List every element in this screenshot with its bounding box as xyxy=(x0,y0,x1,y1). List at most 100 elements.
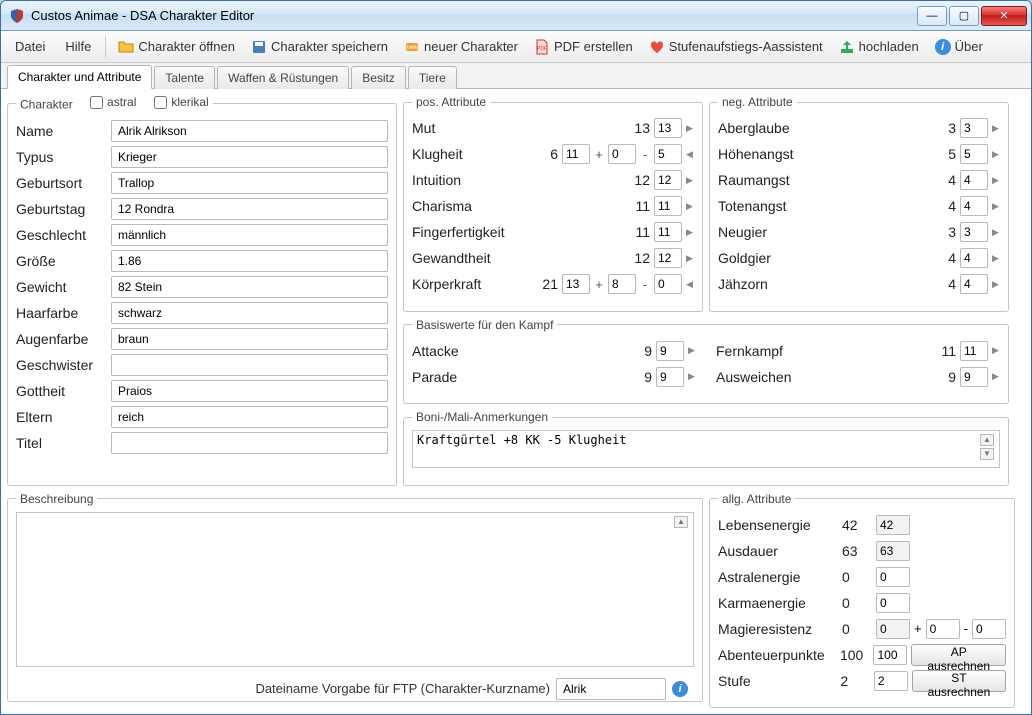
input-gewicht[interactable] xyxy=(111,276,388,298)
input-koerperkraft-3[interactable] xyxy=(654,274,682,294)
input-goldgier[interactable] xyxy=(960,248,988,268)
input-gewandtheit[interactable] xyxy=(654,248,682,268)
arrow-right-icon[interactable]: ▶ xyxy=(686,201,694,212)
tab-tiere[interactable]: Tiere xyxy=(408,66,457,89)
input-mr-2[interactable] xyxy=(926,619,960,639)
input-stufe[interactable] xyxy=(874,671,908,691)
arrow-left-icon[interactable]: ◀ xyxy=(686,279,694,290)
legend-pos: pos. Attribute xyxy=(412,95,490,109)
label-typus: Typus xyxy=(16,149,111,165)
arrow-right-icon[interactable]: ▶ xyxy=(686,227,694,238)
input-totenangst[interactable] xyxy=(960,196,988,216)
toolbar-about[interactable]: iÜber xyxy=(929,37,989,57)
arrow-right-icon[interactable]: ▶ xyxy=(992,371,1000,382)
input-geschwister[interactable] xyxy=(111,354,388,376)
input-koerperkraft-1[interactable] xyxy=(562,274,590,294)
label-attacke: Attacke xyxy=(412,343,628,359)
input-name[interactable] xyxy=(111,120,388,142)
input-klugheit-1[interactable] xyxy=(562,144,590,164)
arrow-right-icon[interactable]: ▶ xyxy=(686,253,694,264)
arrow-left-icon[interactable]: ◀ xyxy=(686,149,694,160)
arrow-right-icon[interactable]: ▶ xyxy=(992,175,1000,186)
input-fingerfertigkeit[interactable] xyxy=(654,222,682,242)
scroll-down-icon[interactable]: ▼ xyxy=(980,448,994,460)
label-abenteuerpunkte: Abenteuerpunkte xyxy=(718,647,836,663)
input-gottheit[interactable] xyxy=(111,380,388,402)
arrow-right-icon[interactable]: ▶ xyxy=(992,253,1000,264)
input-parade[interactable] xyxy=(656,367,684,387)
arrow-right-icon[interactable]: ▶ xyxy=(992,149,1000,160)
input-mr-1[interactable] xyxy=(876,619,910,639)
checkbox-klerikal[interactable] xyxy=(154,96,167,109)
tab-besitz[interactable]: Besitz xyxy=(351,66,406,89)
input-ausdauer[interactable] xyxy=(876,541,910,561)
input-haarfarbe[interactable] xyxy=(111,302,388,324)
checkbox-astral[interactable] xyxy=(90,96,103,109)
input-jaehzorn[interactable] xyxy=(960,274,988,294)
input-klugheit-3[interactable] xyxy=(654,144,682,164)
input-geschlecht[interactable] xyxy=(111,224,388,246)
input-neugier[interactable] xyxy=(960,222,988,242)
arrow-right-icon[interactable]: ▶ xyxy=(686,123,694,134)
close-button[interactable]: ✕ xyxy=(981,6,1027,26)
input-ftp-kurzname[interactable] xyxy=(556,678,666,700)
label-geburtstag: Geburtstag xyxy=(16,201,111,217)
input-augenfarbe[interactable] xyxy=(111,328,388,350)
input-mut[interactable] xyxy=(654,118,682,138)
arrow-right-icon[interactable]: ▶ xyxy=(686,175,694,186)
input-geburtstag[interactable] xyxy=(111,198,388,220)
scroll-up-icon[interactable]: ▲ xyxy=(980,434,994,446)
fieldset-beschreibung: Beschreibung ▲ Dateiname Vorgabe für FTP… xyxy=(7,492,703,702)
label-fernkampf: Fernkampf xyxy=(716,343,932,359)
input-eltern[interactable] xyxy=(111,406,388,428)
label-geschlecht: Geschlecht xyxy=(16,227,111,243)
input-karmaenergie[interactable] xyxy=(876,593,910,613)
button-ap-ausrechnen[interactable]: AP ausrechnen xyxy=(911,644,1005,666)
input-koerperkraft-2[interactable] xyxy=(608,274,636,294)
input-raumangst[interactable] xyxy=(960,170,988,190)
textarea-boni[interactable]: Kraftgürtel +8 KK -5 Klugheit xyxy=(412,430,1000,468)
input-abenteuerpunkte[interactable] xyxy=(873,645,907,665)
input-lebensenergie[interactable] xyxy=(876,515,910,535)
arrow-right-icon[interactable]: ▶ xyxy=(992,345,1000,356)
button-st-ausrechnen[interactable]: ST ausrechnen xyxy=(912,670,1006,692)
input-fernkampf[interactable] xyxy=(960,341,988,361)
arrow-right-icon[interactable]: ▶ xyxy=(992,201,1000,212)
scroll-up-icon[interactable]: ▲ xyxy=(674,516,688,528)
input-groesse[interactable] xyxy=(111,250,388,272)
input-geburtsort[interactable] xyxy=(111,172,388,194)
textarea-beschreibung[interactable] xyxy=(16,512,694,667)
info-icon[interactable]: i xyxy=(672,681,688,697)
toolbar-open[interactable]: Charakter öffnen xyxy=(112,37,241,57)
toolbar-levelup[interactable]: Stufenaufstiegs-Aassistent xyxy=(643,37,829,57)
toolbar-upload[interactable]: hochladen xyxy=(833,37,925,57)
toolbar-pdf[interactable]: PDFPDF erstellen xyxy=(528,37,639,57)
input-intuition[interactable] xyxy=(654,170,682,190)
menu-datei[interactable]: Datei xyxy=(7,35,53,58)
input-aberglaube[interactable] xyxy=(960,118,988,138)
minimize-button[interactable]: — xyxy=(917,6,947,26)
input-astralenergie[interactable] xyxy=(876,567,910,587)
input-typus[interactable] xyxy=(111,146,388,168)
input-klugheit-2[interactable] xyxy=(608,144,636,164)
input-charisma[interactable] xyxy=(654,196,682,216)
tab-charakter-attribute[interactable]: Charakter und Attribute xyxy=(7,65,152,89)
tab-waffen-ruestungen[interactable]: Waffen & Rüstungen xyxy=(217,66,349,89)
menu-hilfe[interactable]: Hilfe xyxy=(57,35,99,58)
label-geschwister: Geschwister xyxy=(16,357,111,373)
input-titel[interactable] xyxy=(111,432,388,454)
arrow-right-icon[interactable]: ▶ xyxy=(688,345,696,356)
arrow-right-icon[interactable]: ▶ xyxy=(992,123,1000,134)
legend-neg: neg. Attribute xyxy=(718,95,797,109)
arrow-right-icon[interactable]: ▶ xyxy=(992,279,1000,290)
tab-talente[interactable]: Talente xyxy=(154,66,215,89)
arrow-right-icon[interactable]: ▶ xyxy=(992,227,1000,238)
input-mr-3[interactable] xyxy=(972,619,1006,639)
input-hoehenangst[interactable] xyxy=(960,144,988,164)
toolbar-new[interactable]: newneuer Charakter xyxy=(398,37,524,57)
maximize-button[interactable]: ▢ xyxy=(949,6,979,26)
input-ausweichen[interactable] xyxy=(960,367,988,387)
toolbar-save[interactable]: Charakter speichern xyxy=(245,37,394,57)
input-attacke[interactable] xyxy=(656,341,684,361)
arrow-right-icon[interactable]: ▶ xyxy=(688,371,696,382)
